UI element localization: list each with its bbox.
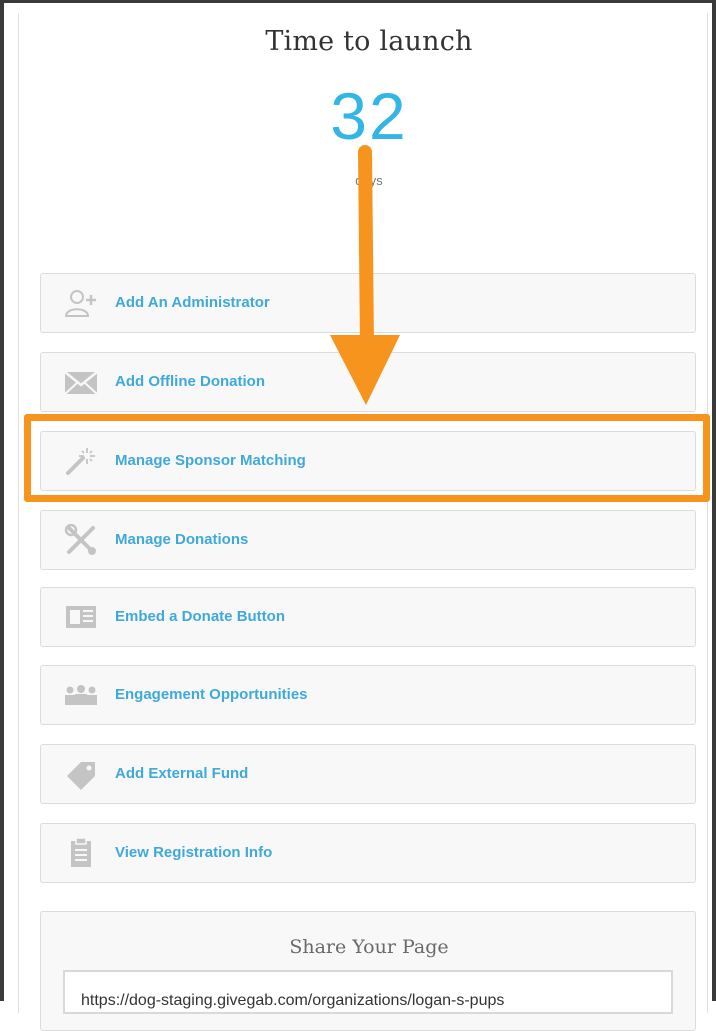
manage-donations-button[interactable]: Manage Donations bbox=[40, 510, 696, 570]
envelope-icon bbox=[63, 366, 99, 398]
tag-icon bbox=[63, 758, 99, 790]
action-label: Add External Fund bbox=[115, 765, 249, 782]
add-user-icon bbox=[63, 287, 99, 319]
action-label: Engagement Opportunities bbox=[115, 686, 308, 703]
engagement-opportunities-button[interactable]: Engagement Opportunities bbox=[40, 665, 696, 725]
app-frame: Time to launch 32 days Add An Administra… bbox=[0, 0, 716, 1031]
magic-wand-icon bbox=[63, 445, 99, 477]
action-label: Manage Sponsor Matching bbox=[115, 452, 306, 469]
embed-icon bbox=[63, 601, 99, 633]
share-title: Share Your Page bbox=[289, 936, 449, 958]
clipboard-icon bbox=[63, 837, 99, 869]
manage-sponsor-matching-button[interactable]: Manage Sponsor Matching bbox=[40, 431, 696, 491]
view-registration-info-button[interactable]: View Registration Info bbox=[40, 823, 696, 883]
countdown-unit: days bbox=[355, 173, 383, 188]
action-label: Add An Administrator bbox=[115, 294, 270, 311]
countdown-value: 32 bbox=[330, 79, 408, 153]
add-administrator-button[interactable]: Add An Administrator bbox=[40, 273, 696, 333]
action-label: Add Offline Donation bbox=[115, 373, 265, 390]
share-url-field[interactable] bbox=[63, 970, 673, 1014]
add-offline-donation-button[interactable]: Add Offline Donation bbox=[40, 352, 696, 412]
embed-donate-button[interactable]: Embed a Donate Button bbox=[40, 587, 696, 647]
group-icon bbox=[63, 679, 99, 711]
action-label: View Registration Info bbox=[115, 844, 273, 861]
tools-icon bbox=[63, 524, 99, 556]
action-label: Embed a Donate Button bbox=[115, 608, 286, 625]
share-panel: Share Your Page bbox=[40, 911, 696, 1031]
action-label: Manage Donations bbox=[115, 531, 249, 548]
add-external-fund-button[interactable]: Add External Fund bbox=[40, 744, 696, 804]
countdown-title: Time to launch bbox=[265, 26, 473, 57]
